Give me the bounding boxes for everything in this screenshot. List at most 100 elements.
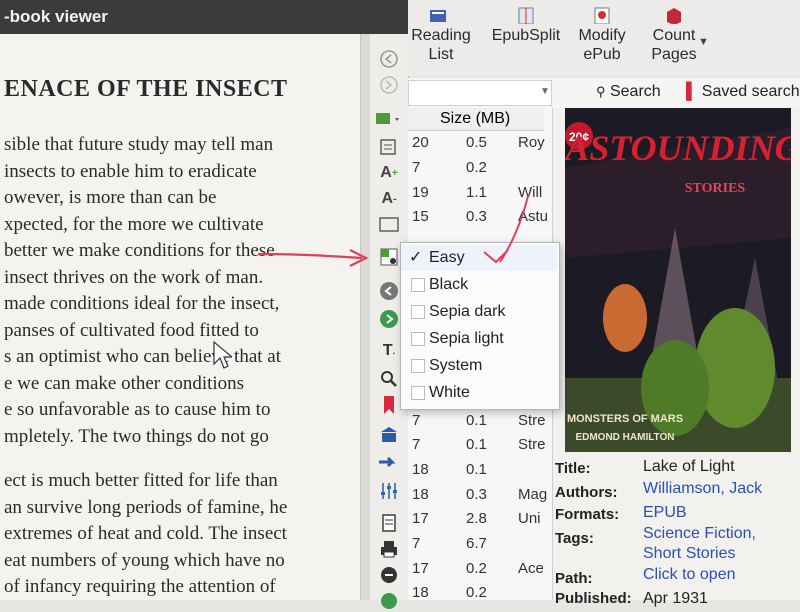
book-text-line: xpected, for the more we cultivate	[4, 213, 264, 235]
checkbox-icon	[411, 386, 425, 400]
size-cell[interactable]: 1.1	[466, 184, 487, 201]
size-cell[interactable]: 0.2	[466, 560, 487, 577]
book-text-line: s an optimist who can believe that at	[4, 346, 282, 367]
back-icon[interactable]	[378, 48, 400, 70]
search-icon: ⚲	[596, 84, 606, 99]
path-link[interactable]: Click to open	[643, 566, 736, 584]
path-label: Path:	[555, 570, 593, 587]
count-pages-label: Count Pages	[651, 27, 697, 63]
modify-epub-button[interactable]: Modify ePub	[576, 6, 628, 64]
text-select-icon[interactable]: T.	[378, 340, 400, 362]
size-cell[interactable]: 0.1	[466, 461, 487, 478]
pointer-icon[interactable]	[378, 452, 400, 474]
book-table-header[interactable]: Size (MB)	[408, 108, 544, 131]
size-cell[interactable]: 0.2	[466, 584, 487, 601]
theme-option-easy[interactable]: ✓ Easy	[401, 245, 557, 271]
preferences-icon[interactable]	[378, 480, 400, 502]
theme-option-label: White	[429, 384, 470, 401]
theme-option-system[interactable]: System	[401, 353, 557, 379]
size-cell[interactable]: 6.7	[466, 535, 487, 552]
theme-option-white[interactable]: White	[401, 380, 557, 406]
formats-link[interactable]: EPUB	[643, 504, 687, 522]
book-cover[interactable]: 20¢ ASTOUNDING STORIES MONSTERS OF MARS …	[565, 108, 791, 452]
size-cell[interactable]: 0.1	[466, 436, 487, 453]
search-button[interactable]: ⚲ Search	[596, 83, 661, 101]
reading-list-button[interactable]: Reading List	[410, 6, 472, 64]
theme-option-label: Sepia dark	[429, 303, 506, 320]
count-pages-icon	[667, 8, 681, 24]
size-cell[interactable]: 0.3	[466, 486, 487, 503]
book-text-line: better we make conditions for these	[4, 240, 275, 261]
theme-option-black[interactable]: Black	[401, 272, 557, 298]
bookmarks-icon[interactable]	[378, 136, 400, 158]
tags-links[interactable]: Science Fiction, Short Stories	[643, 524, 756, 564]
viewer-titlebar: -book viewer	[0, 0, 408, 34]
table-cell[interactable]: 15	[412, 208, 429, 225]
size-column-header[interactable]: Size (MB)	[440, 110, 510, 128]
published-value: Apr 1931	[643, 590, 708, 607]
print-icon[interactable]	[378, 538, 400, 560]
theme-option-label: Easy	[429, 249, 465, 266]
publisher-cell[interactable]: Uni	[518, 510, 541, 527]
copy-icon[interactable]	[378, 512, 400, 534]
table-cell[interactable]: 17	[412, 510, 429, 527]
table-cell[interactable]: 7	[412, 159, 420, 176]
theme-option-sepia-light[interactable]: Sepia light	[401, 326, 557, 352]
publisher-cell[interactable]: Stre	[518, 436, 546, 453]
saved-search-bookmark-icon: ▌	[686, 83, 698, 100]
book-text-line: sible that future study may tell man	[4, 134, 274, 155]
search-history-chevron-down-icon[interactable]: ▼	[540, 86, 550, 97]
size-cell[interactable]: 0.1	[466, 412, 487, 429]
previous-icon[interactable]	[378, 280, 400, 302]
publisher-cell[interactable]: Astu	[518, 208, 548, 225]
size-cell[interactable]: 0.5	[466, 134, 487, 151]
search-input[interactable]	[408, 80, 552, 106]
table-cell[interactable]: 19	[412, 184, 429, 201]
font-smaller-icon[interactable]: A-	[378, 188, 400, 210]
search-icon[interactable]	[378, 368, 400, 390]
publisher-cell[interactable]: Mag	[518, 486, 547, 503]
table-cell[interactable]: 18	[412, 461, 429, 478]
theme-option-sepia-dark[interactable]: Sepia dark	[401, 299, 557, 325]
title-value: Lake of Light	[643, 458, 735, 475]
publisher-cell[interactable]: Roy	[518, 134, 545, 151]
next-icon[interactable]	[378, 308, 400, 330]
saved-search-button[interactable]: ▌ Saved search	[686, 83, 800, 101]
lookup-icon[interactable]	[378, 590, 400, 612]
authors-link[interactable]: Williamson, Jack	[643, 480, 762, 498]
theme-icon[interactable]	[378, 246, 400, 268]
epubsplit-label: EpubSplit	[491, 27, 561, 44]
checkbox-icon	[411, 359, 425, 373]
mouse-cursor-icon	[213, 340, 232, 369]
publisher-cell[interactable]: Will	[518, 184, 542, 201]
count-pages-button[interactable]: Count Pages	[642, 6, 706, 64]
table-cell[interactable]: 17	[412, 560, 429, 577]
metadata-icon[interactable]	[378, 564, 400, 586]
table-cell[interactable]: 7	[412, 436, 420, 453]
table-cell[interactable]: 7	[412, 412, 420, 429]
book-text-line: of infancy requiring the attention of	[4, 576, 276, 597]
calibre-toolbar: Reading List EpubSplit Modify ePub Count…	[408, 0, 800, 76]
cover-story-title: MONSTERS OF MARS	[567, 413, 683, 425]
reference-icon[interactable]	[378, 424, 400, 446]
bookmark-icon[interactable]	[378, 394, 400, 416]
viewer-title: -book viewer	[4, 7, 108, 26]
size-cell[interactable]: 0.2	[466, 159, 487, 176]
table-cell[interactable]: 7	[412, 535, 420, 552]
count-pages-chevron-down-icon[interactable]: ▼	[698, 36, 709, 48]
publisher-cell[interactable]: Ace	[518, 560, 544, 577]
table-cell[interactable]: 20	[412, 134, 429, 151]
size-cell[interactable]: 0.3	[466, 208, 487, 225]
reading-list-label: Reading List	[411, 27, 471, 63]
book-text-line: insect thrives on the work of man.	[4, 266, 264, 288]
reading-pane[interactable]: ENACE OF THE INSECT sible that future st…	[0, 34, 360, 600]
toc-icon[interactable]	[370, 108, 408, 130]
fullscreen-icon[interactable]	[378, 214, 400, 236]
forward-icon[interactable]	[378, 74, 400, 96]
font-larger-icon[interactable]: A +	[378, 162, 400, 184]
table-cell[interactable]: 18	[412, 584, 429, 601]
size-cell[interactable]: 2.8	[466, 510, 487, 527]
publisher-cell[interactable]: Stre	[518, 412, 546, 429]
table-cell[interactable]: 18	[412, 486, 429, 503]
epubsplit-button[interactable]: EpubSplit	[488, 6, 564, 45]
